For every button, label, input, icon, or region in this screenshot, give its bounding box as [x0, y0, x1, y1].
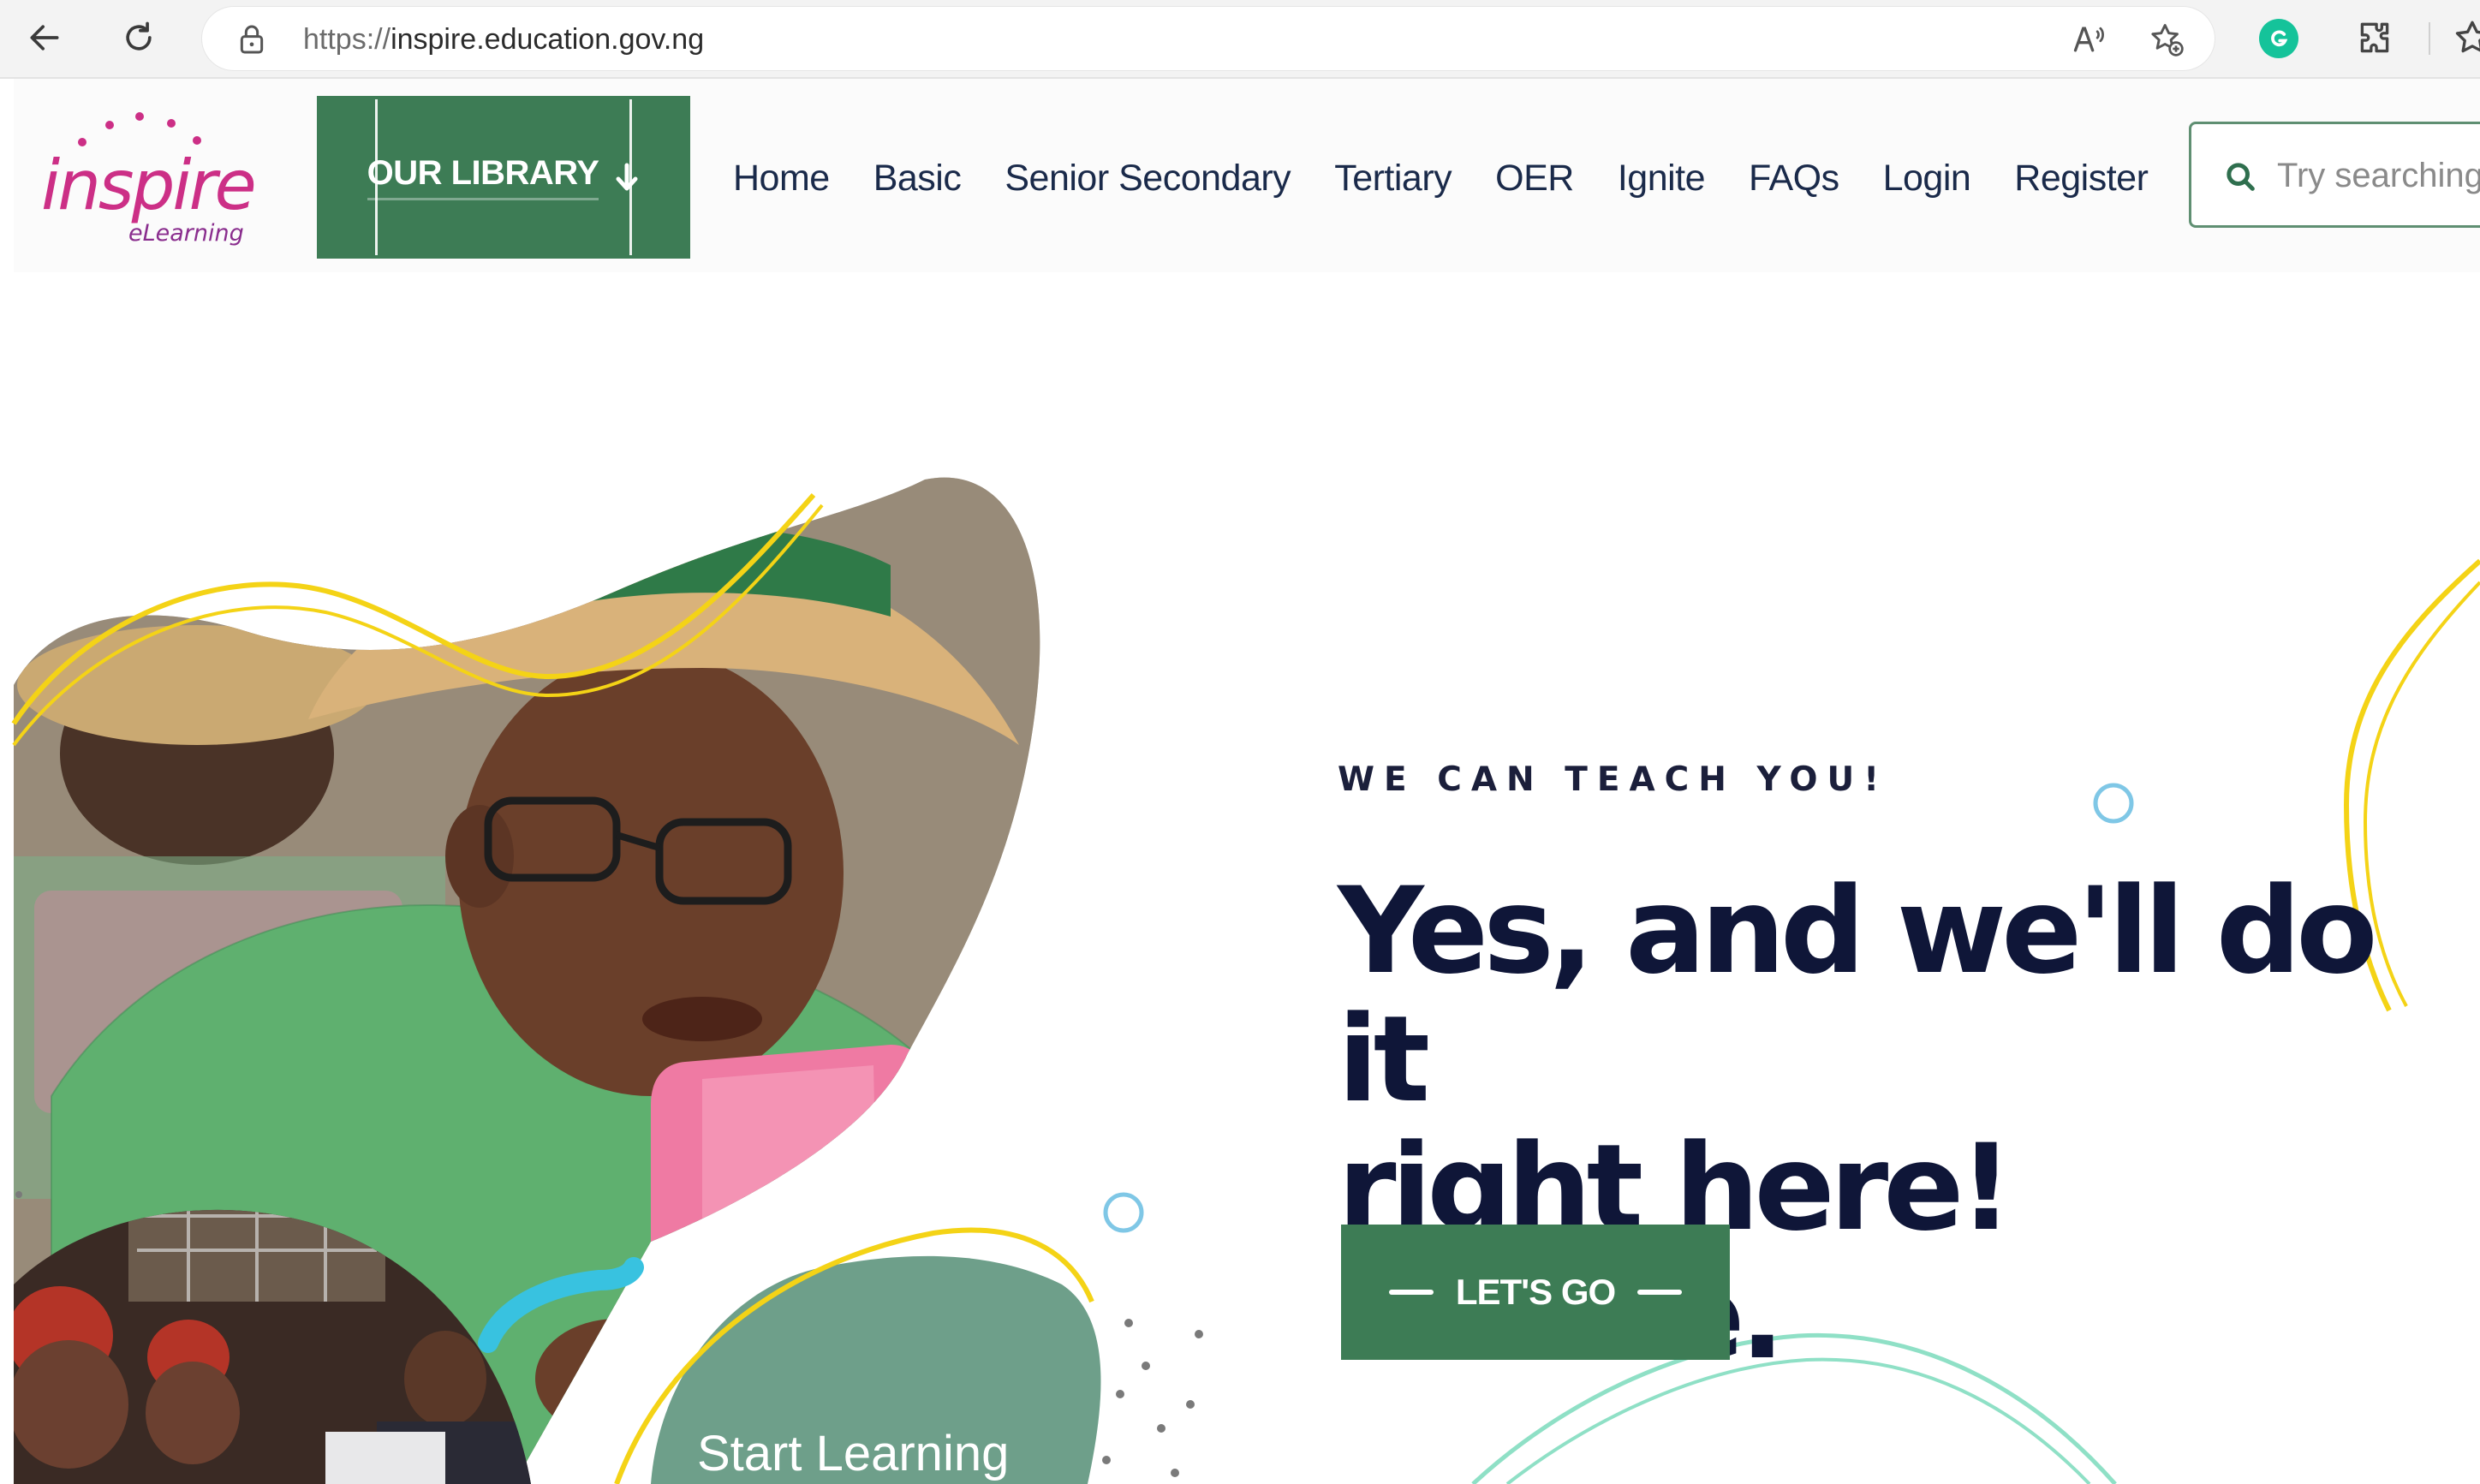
dash-left-icon: [1388, 1290, 1434, 1295]
site-header: inspire eLearning OUR LIBRARY Home Basic…: [14, 79, 2480, 272]
nav-login[interactable]: Login: [1883, 158, 1971, 200]
browser-toolbar: https://inspire.education.gov.ng: [0, 0, 2480, 79]
address-bar[interactable]: https://inspire.education.gov.ng: [202, 7, 2215, 70]
nav-tertiary[interactable]: Tertiary: [1334, 158, 1452, 200]
extensions-icon[interactable]: [2353, 17, 2396, 60]
logo-wordmark: inspire: [41, 146, 257, 225]
nav-ignite[interactable]: Ignite: [1618, 158, 1706, 200]
grammarly-icon[interactable]: [2259, 19, 2298, 58]
logo-subtitle: eLearning: [128, 220, 244, 247]
nav-oer[interactable]: OER: [1495, 158, 1574, 200]
nav-register[interactable]: Register: [2014, 158, 2149, 200]
reload-icon[interactable]: [113, 12, 164, 63]
toolbar-divider: [2429, 22, 2430, 55]
hero-kicker: WE CAN TEACH YOU!: [1338, 760, 1888, 799]
nav-basic[interactable]: Basic: [873, 158, 962, 200]
hero-title-line-1: Yes, and we'll do it: [1338, 861, 2378, 1129]
url-prefix: https://: [303, 23, 391, 56]
search-input[interactable]: [2277, 150, 2480, 201]
our-library-button[interactable]: OUR LIBRARY: [317, 96, 690, 259]
inspire-logo[interactable]: inspire eLearning: [33, 98, 264, 247]
hollow-circle-right: [2093, 783, 2134, 824]
lets-go-label: LET'S GO: [1455, 1272, 1616, 1312]
nav-senior-secondary[interactable]: Senior Secondary: [1005, 158, 1291, 200]
url-text[interactable]: https://inspire.education.gov.ng: [303, 22, 704, 57]
search-icon[interactable]: [2224, 160, 2258, 194]
nav-home[interactable]: Home: [733, 158, 830, 200]
main-nav: Home Basic Senior Secondary Tertiary OER…: [733, 154, 2191, 202]
add-favorite-icon[interactable]: [2146, 19, 2187, 60]
search-box[interactable]: [2189, 122, 2480, 228]
dash-right-icon: [1637, 1290, 1683, 1295]
lock-icon[interactable]: [235, 22, 269, 57]
our-library-label: OUR LIBRARY: [367, 154, 599, 200]
nav-faqs[interactable]: FAQs: [1749, 158, 1839, 200]
url-domain: inspire.education.gov.ng: [390, 23, 705, 56]
start-learning-link[interactable]: Start Learning: [697, 1425, 1009, 1482]
hollow-circle-small: [1103, 1192, 1144, 1233]
read-aloud-icon[interactable]: [2069, 19, 2110, 60]
favorites-icon[interactable]: [2451, 17, 2480, 60]
arrow-down-icon: [616, 163, 638, 191]
lets-go-button[interactable]: LET'S GO: [1341, 1225, 1730, 1360]
back-arrow-icon[interactable]: [19, 12, 70, 63]
